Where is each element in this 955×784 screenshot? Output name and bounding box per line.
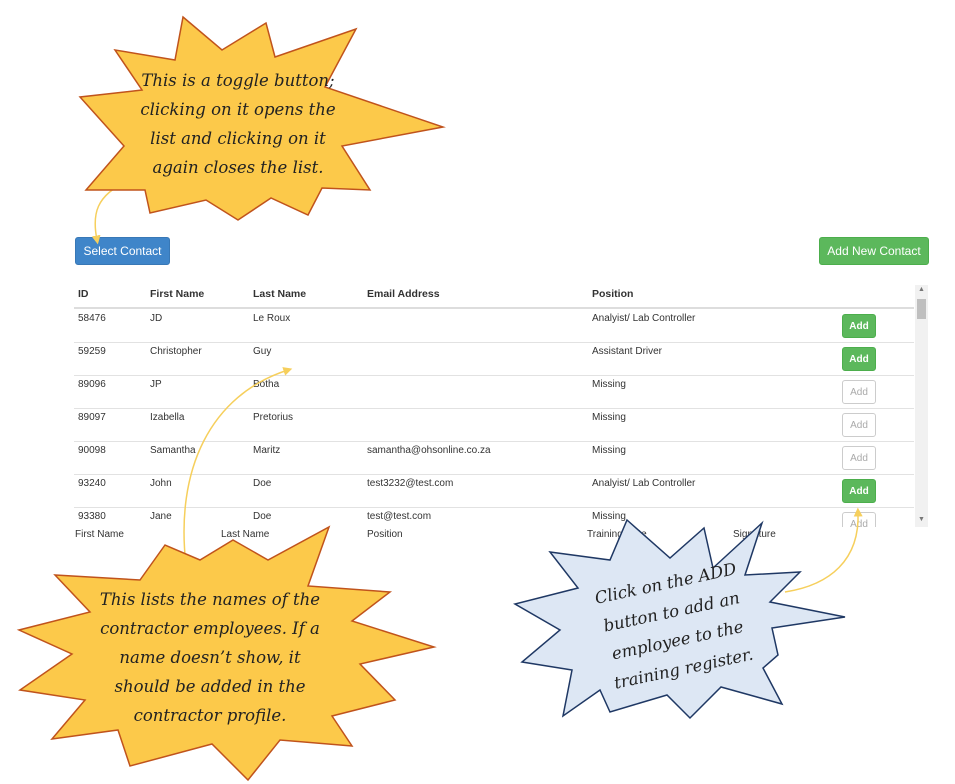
table-row: 89096 JP Botha Missing Add [74,375,914,409]
cell-last-name: Pretorius [253,412,294,423]
names-callout-line: name doesn’t show, it [119,648,301,667]
cell-position: Analyist/ Lab Controller [592,478,696,489]
add-callout: Click on the ADD button to add an employ… [574,551,774,702]
cell-first-name: JP [150,379,162,390]
cell-position: Missing [592,412,626,423]
table-row: 93240 John Doe test3232@test.com Analyis… [74,474,914,508]
names-callout-line: This lists the names of the [99,590,321,609]
cell-id: 89096 [78,379,106,390]
cell-first-name: John [150,478,172,489]
cell-position: Missing [592,379,626,390]
names-callout: This lists the names of the contractor e… [80,585,340,730]
header-position: Position [592,288,634,300]
cell-email: samantha@ohsonline.co.za [367,445,491,456]
names-callout-line: contractor profile. [133,706,287,725]
cell-position: Missing [592,511,626,522]
cell-last-name: Doe [253,511,272,522]
register-header-last-name: Last Name [221,529,270,540]
select-contact-button[interactable]: Select Contact [75,237,170,265]
cell-last-name: Le Roux [253,313,291,324]
toggle-connector-arrow [91,179,131,245]
cell-email: test3232@test.com [367,478,454,489]
add-button[interactable]: Add [842,380,876,404]
header-first-name: First Name [150,288,205,300]
cell-last-name: Maritz [253,445,281,456]
cell-first-name: JD [150,313,163,324]
header-last-name: Last Name [253,288,307,300]
cell-id: 89097 [78,412,106,423]
scroll-up-icon[interactable]: ▲ [915,286,928,293]
cell-id: 58476 [78,313,106,324]
scroll-down-icon[interactable]: ▼ [915,516,928,523]
add-button[interactable]: Add [842,446,876,470]
register-header-first-name: First Name [75,529,124,540]
add-button[interactable]: Add [842,413,876,437]
table-scrollbar[interactable]: ▲ ▼ [915,285,928,527]
toggle-callout-line: list and clicking on it [150,129,326,148]
add-new-contact-button[interactable]: Add New Contact [819,237,929,265]
cell-id: 93240 [78,478,106,489]
cell-last-name: Doe [253,478,272,489]
names-callout-line: should be added in the [114,677,306,696]
register-header-signature: Signature [733,529,776,540]
add-button[interactable]: Add [842,512,876,527]
toggle-callout: This is a toggle button; clicking on it … [118,66,358,182]
table-row: 89097 Izabella Pretorius Missing Add [74,408,914,442]
header-id: ID [78,288,89,300]
table-row: 93380 Jane Doe test@test.com Missing Add [74,507,914,527]
cell-position: Analyist/ Lab Controller [592,313,696,324]
register-header-training-date: Training Date [587,529,647,540]
add-button[interactable]: Add [842,479,876,503]
table-row: 58476 JD Le Roux Analyist/ Lab Controlle… [74,309,914,343]
register-header-position: Position [367,529,403,540]
cell-first-name: Jane [150,511,172,522]
cell-position: Missing [592,445,626,456]
cell-id: 90098 [78,445,106,456]
table-row: 90098 Samantha Maritz samantha@ohsonline… [74,441,914,475]
add-button[interactable]: Add [842,347,876,371]
add-button[interactable]: Add [842,314,876,338]
cell-id: 59259 [78,346,106,357]
contact-table: ID First Name Last Name Email Address Po… [74,285,928,527]
cell-id: 93380 [78,511,106,522]
table-header: ID First Name Last Name Email Address Po… [74,285,914,309]
toggle-callout-line: clicking on it opens the [140,100,336,119]
toggle-callout-line: This is a toggle button; [141,71,335,90]
names-callout-line: contractor employees. If a [100,619,320,638]
cell-position: Assistant Driver [592,346,663,357]
cell-last-name: Botha [253,379,280,390]
table-row: 59259 Christopher Guy Assistant Driver A… [74,342,914,376]
cell-first-name: Izabella [150,412,185,423]
toggle-callout-line: again closes the list. [152,158,324,177]
cell-email: test@test.com [367,511,432,522]
cell-first-name: Samantha [150,445,196,456]
cell-first-name: Christopher [150,346,202,357]
header-email: Email Address [367,288,440,300]
scroll-thumb[interactable] [917,299,926,319]
cell-last-name: Guy [253,346,272,357]
